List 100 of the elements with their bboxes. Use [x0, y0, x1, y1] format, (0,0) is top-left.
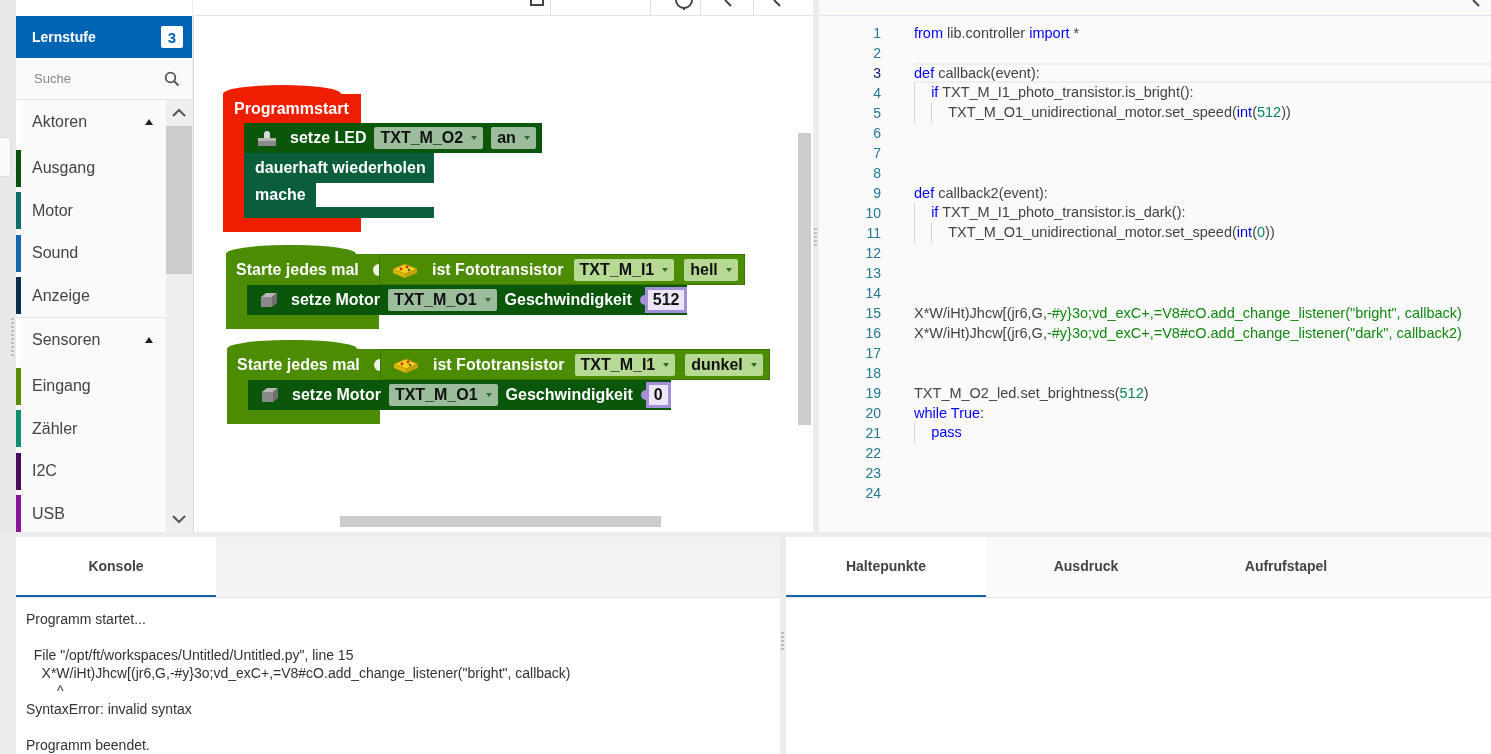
dropdown[interactable]: dunkel: [685, 353, 763, 376]
category-group[interactable]: Aktoren: [16, 100, 166, 144]
line-number: 10: [864, 205, 881, 221]
motor-block[interactable]: setze Motor TXT_M_O1 Geschwindigkeit 512: [247, 285, 688, 315]
code-line: TXT_M_O1_unidirectional_motor.set_speed(int(0)): [914, 223, 1275, 243]
panel-toggle[interactable]: [0, 137, 11, 177]
dropdown[interactable]: TXT_M_O1: [388, 384, 498, 406]
start-block[interactable]: Programmstart: [223, 94, 361, 123]
block-text: Geschwindigkeit: [505, 386, 633, 404]
code-line: if TXT_M_I1_photo_transistor.is_bright():: [914, 83, 1194, 103]
dropdown[interactable]: hell: [684, 258, 738, 281]
motor-block[interactable]: setze Motor TXT_M_O1 Geschwindigkeit 0: [248, 380, 671, 410]
loop-block[interactable]: dauerhaft wiederholen: [244, 153, 434, 183]
line-number: 19: [864, 385, 881, 401]
resize-grip[interactable]: [781, 632, 784, 652]
category-item[interactable]: I2C: [16, 450, 166, 493]
caret-icon: [471, 136, 478, 140]
console-output: Programm startet...: [26, 610, 147, 628]
line-number: 16: [864, 325, 881, 341]
line-number: 2: [872, 45, 881, 61]
console-output: Programm beendet.: [26, 736, 151, 754]
dropdown[interactable]: TXT_M_I1: [574, 353, 676, 376]
caret-icon: [662, 267, 669, 272]
category-item[interactable]: Zähler: [16, 407, 166, 450]
scroll-down-icon[interactable]: [171, 514, 187, 524]
level-badge: 3: [161, 26, 183, 48]
line-number: 21: [864, 425, 881, 441]
category-item[interactable]: Anzeige: [16, 274, 166, 317]
dropdown[interactable]: TXT_M_I1: [573, 258, 675, 281]
condition-block[interactable]: ist Fototransistor TXT_M_I1 hell: [379, 254, 745, 285]
block-label: Programmstart: [234, 99, 349, 118]
caret-icon: [485, 393, 492, 397]
group-label: Sensoren: [32, 331, 101, 349]
code-line: from lib.controller import *: [914, 25, 1080, 41]
panel-tab[interactable]: Ausdruck: [986, 537, 1186, 597]
code-line: TXT_M_O1_unidirectional_motor.set_speed(int(512)): [914, 103, 1291, 123]
code-line: def callback(event):: [914, 65, 1040, 81]
block-text: ist Fototransistor: [432, 260, 564, 279]
line-number: 6: [872, 125, 881, 141]
line-number: 9: [872, 185, 881, 201]
led-block[interactable]: setze LED TXT_M_O2 an: [244, 123, 542, 153]
motor-icon: [260, 387, 280, 403]
code-line: X*W/iHt)Jhcw[(jr6,G,-#y}3o;vd_exC+,=V8#cO.add_change_listener("bright", callback): [914, 305, 1462, 321]
code-line: def callback2(event):: [914, 185, 1048, 201]
scrollbar-thumb[interactable]: [166, 126, 192, 274]
sensor-icon: [393, 355, 419, 374]
category-item[interactable]: USB: [16, 492, 166, 532]
number-field[interactable]: 512: [644, 287, 688, 313]
line-number: 18: [864, 365, 881, 381]
number-field[interactable]: 0: [645, 382, 671, 408]
scroll-up-icon[interactable]: [171, 108, 187, 118]
condition-block[interactable]: ist Fototransistor TXT_M_I1 dunkel: [380, 349, 770, 380]
socket-notch: [373, 263, 379, 276]
code-line: pass: [914, 423, 962, 443]
block-label: dauerhaft wiederholen: [255, 159, 426, 177]
code-line: if TXT_M_I1_photo_transistor.is_dark():: [914, 203, 1186, 223]
sensor-icon: [392, 260, 418, 279]
category-item[interactable]: Sound: [16, 232, 166, 275]
dropdown[interactable]: TXT_M_O1: [387, 289, 497, 311]
collapse-icon[interactable]: [145, 119, 153, 125]
code-line: while True:: [914, 405, 985, 421]
panel-tab[interactable]: Konsole: [16, 537, 216, 597]
circle-icon[interactable]: [674, 0, 694, 10]
scrollbar-thumb[interactable]: [340, 516, 661, 527]
block-label: Starte jedes mal: [237, 355, 360, 374]
caret-icon: [750, 362, 757, 367]
caret-icon: [523, 136, 530, 140]
search-field[interactable]: Suche: [34, 71, 164, 86]
event-block[interactable]: Starte jedes mal: [227, 349, 380, 380]
line-number: 13: [864, 265, 881, 281]
search-icon[interactable]: [164, 70, 180, 87]
line-number: 14: [864, 285, 881, 301]
category-item[interactable]: Eingang: [16, 365, 166, 408]
line-number: 4: [872, 85, 881, 101]
panel-tab[interactable]: Haltepunkte: [786, 537, 986, 597]
block-text: ist Fototransistor: [433, 355, 565, 374]
line-number: 22: [864, 445, 881, 461]
block-text: Geschwindigkeit: [504, 291, 632, 309]
line-number: 24: [864, 485, 881, 501]
category-item[interactable]: Motor: [16, 189, 166, 232]
block-label: Starte jedes mal: [236, 260, 359, 279]
line-number: 12: [864, 245, 881, 261]
category-item[interactable]: Ausgang: [16, 147, 166, 190]
dropdown[interactable]: TXT_M_O2: [374, 127, 484, 149]
panel-tab[interactable]: Aufrufstapel: [1186, 537, 1386, 597]
block-text: setze LED: [290, 129, 367, 147]
line-number: 23: [864, 465, 881, 481]
resize-grip[interactable]: [11, 318, 14, 358]
line-number: 1: [872, 25, 881, 41]
category-group[interactable]: Sensoren: [16, 317, 166, 362]
scrollbar-thumb[interactable]: [798, 133, 811, 425]
socket-notch: [374, 358, 380, 371]
motor-icon: [259, 292, 279, 308]
resize-grip[interactable]: [814, 228, 817, 248]
event-block[interactable]: Starte jedes mal: [226, 254, 379, 285]
level-header[interactable]: Lernstufe 3: [16, 16, 192, 58]
collapse-icon[interactable]: [145, 337, 153, 343]
line-number: 17: [864, 345, 881, 361]
dropdown[interactable]: an: [491, 127, 536, 149]
line-number: 15: [864, 305, 881, 321]
